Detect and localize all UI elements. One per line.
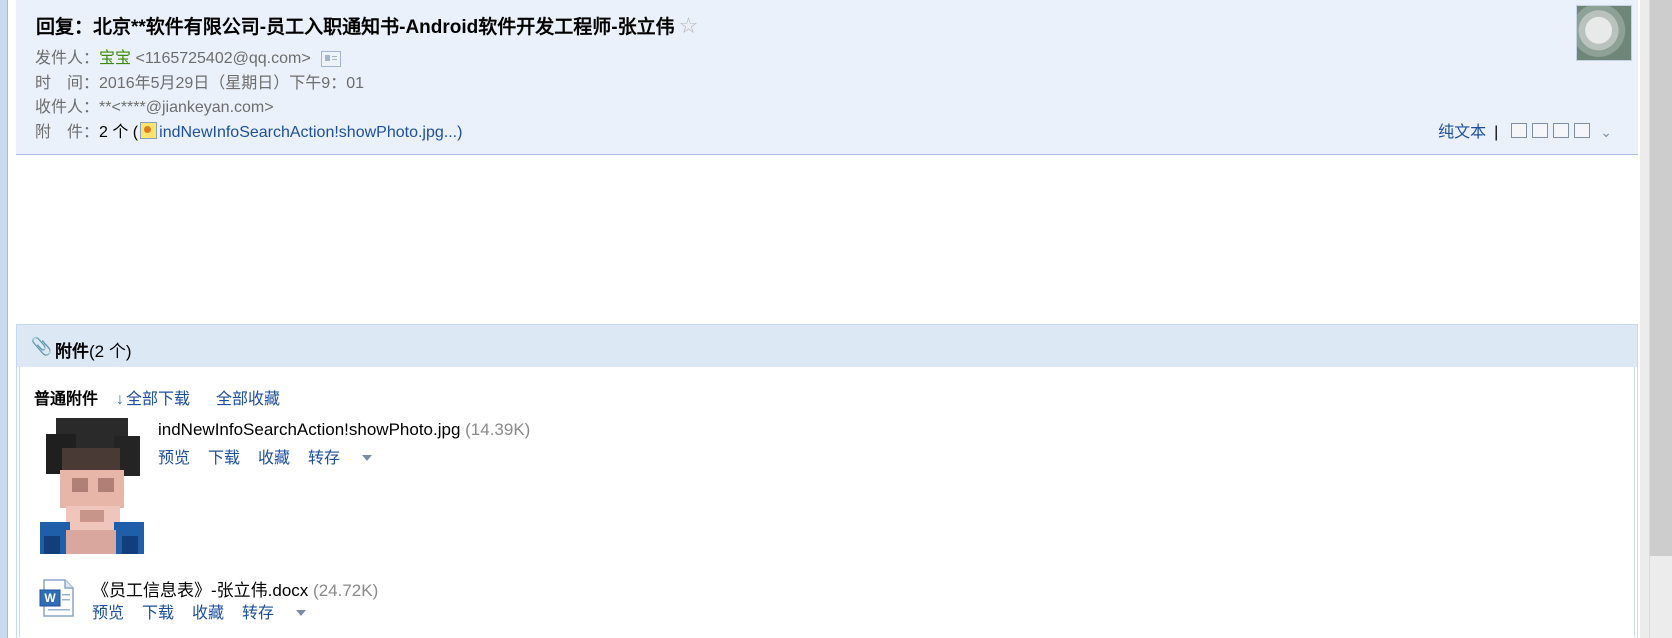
star-icon[interactable]: ☆: [679, 13, 699, 38]
preview-button[interactable]: 预览: [92, 605, 124, 622]
print-icon[interactable]: [1574, 123, 1591, 138]
window-left-edge: [0, 0, 7, 638]
toolbar-separator: |: [1494, 124, 1499, 141]
sender-name[interactable]: 宝宝: [99, 50, 131, 67]
attachment-size: (24.72K): [313, 581, 379, 600]
view-source-icon[interactable]: [1532, 123, 1549, 138]
attachments-title: 附件(2 个): [55, 337, 132, 362]
scrollbar-thumb[interactable]: [1650, 0, 1672, 556]
attachment-name: 《员工信息表》-张立伟.docx: [92, 581, 309, 600]
download-all-button[interactable]: ↓ 全部下载: [116, 385, 190, 409]
attachment-name: indNewInfoSearchAction!showPhoto.jpg: [158, 420, 461, 439]
attachments-count: (2 个): [89, 342, 132, 361]
window-left-border: [7, 0, 8, 638]
attachment-actions-2: 预览 下载 收藏 转存: [92, 599, 324, 623]
attachment-thumbnail[interactable]: [36, 418, 148, 556]
chevron-down-icon: [296, 610, 307, 616]
favorite-button[interactable]: 收藏: [258, 450, 290, 467]
sender-email: <1165725402@qq.com>: [135, 50, 311, 67]
svg-text:W: W: [44, 591, 56, 605]
attachment-actions-1: 预览 下载 收藏 转存: [158, 444, 390, 468]
attachments-title-text: 附件: [55, 342, 89, 361]
from-label: 发件人：: [35, 50, 100, 67]
save-to-label: 转存: [242, 605, 275, 622]
attachment-row: 附 件：2 个 ( indNewInfoSearchAction!showPhot…: [35, 118, 462, 142]
favorite-button[interactable]: 收藏: [192, 605, 224, 622]
attachment-link[interactable]: indNewInfoSearchAction!showPhoto.jpg...: [159, 124, 457, 141]
paperclip-icon: 📎: [31, 337, 53, 356]
word-document-icon[interactable]: W: [38, 578, 76, 618]
new-window-icon[interactable]: [1511, 123, 1528, 138]
attachment-file-2: 《员工信息表》-张立伟.docx (24.72K): [92, 576, 378, 601]
sender-avatar[interactable]: [1576, 5, 1632, 61]
save-to-label: 转存: [308, 450, 341, 467]
attachment-file-1: indNewInfoSearchAction!showPhoto.jpg (14…: [158, 420, 530, 440]
attachment-label: 附 件：: [35, 124, 100, 141]
expand-more-icon[interactable]: ⌄: [1600, 124, 1612, 141]
to-row: 收件人：**<****@jiankeyan.com>: [35, 93, 274, 117]
time-value: 2016年5月29日（星期日）下午9：01: [99, 75, 365, 92]
mail-header: 回复：北京**软件有限公司-员工入职通知书-Android软件开发工程师-张立伟…: [16, 0, 1638, 155]
download-button[interactable]: 下载: [208, 450, 240, 467]
save-to-button[interactable]: 转存: [308, 450, 373, 467]
preview-button[interactable]: 预览: [158, 450, 190, 467]
mail-subject: 回复：北京**软件有限公司-员工入职通知书-Android软件开发工程师-张立伟…: [36, 12, 698, 39]
download-button[interactable]: 下载: [142, 605, 174, 622]
attachment-close-paren: ): [457, 124, 463, 141]
attachment-count: 2 个 (: [99, 124, 139, 141]
recipient[interactable]: **<****@jiankeyan.com>: [99, 99, 274, 116]
favorite-all-button[interactable]: 全部收藏: [216, 385, 280, 409]
image-file-icon: [140, 122, 158, 139]
from-row: 发件人：宝宝 <1165725402@qq.com>: [35, 44, 341, 68]
mail-toolbar: 纯文本 | ⌄: [1438, 118, 1612, 142]
download-all-label: 全部下载: [126, 391, 191, 408]
attachment-group-title: 普通附件: [34, 391, 99, 408]
download-arrow-icon: ↓: [116, 391, 124, 408]
to-label: 收件人：: [35, 99, 100, 116]
chevron-down-icon: [362, 455, 373, 461]
save-icon[interactable]: [1553, 123, 1570, 138]
attachments-header: 📎 附件(2 个): [17, 325, 1637, 367]
time-row: 时 间：2016年5月29日（星期日）下午9：01: [35, 69, 364, 93]
contact-card-icon[interactable]: [320, 50, 341, 67]
time-label: 时 间：: [35, 75, 100, 92]
plaintext-button[interactable]: 纯文本: [1438, 124, 1486, 141]
subject-text: 回复：北京**软件有限公司-员工入职通知书-Android软件开发工程师-张立伟: [36, 17, 675, 38]
attachment-size: (14.39K): [465, 420, 531, 439]
save-to-button[interactable]: 转存: [242, 605, 307, 622]
